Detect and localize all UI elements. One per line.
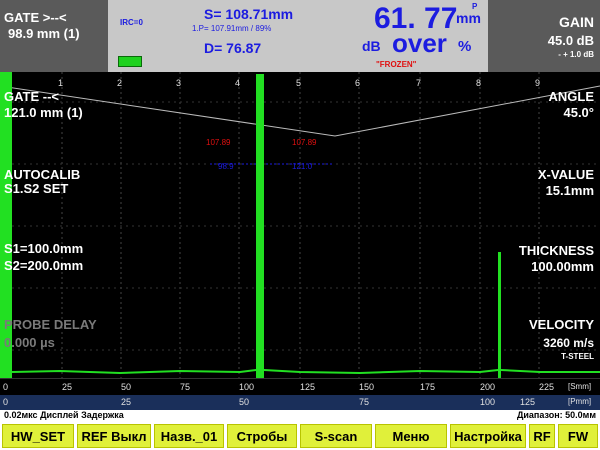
xvalue-label[interactable]: X-VALUE — [538, 168, 594, 182]
scale-tick: 25 — [62, 382, 73, 392]
softkey-fw[interactable]: FW — [558, 424, 598, 448]
softkey-rf[interactable]: RF — [529, 424, 555, 448]
gate2-label[interactable]: GATE --< — [4, 90, 59, 104]
grid-number: 8 — [476, 78, 482, 88]
scale-tick: 100 — [239, 382, 255, 392]
status-left: 0.02мкс Дисплей Задержка — [4, 410, 124, 420]
grid-number: 5 — [296, 78, 302, 88]
status-bar: 0.02мкс Дисплей Задержка Диапазон: 50.0м… — [0, 410, 600, 422]
thickness-value: 100.00mm — [531, 259, 594, 274]
scale-tick: 150 — [359, 382, 375, 392]
grid-number: 7 — [416, 78, 422, 88]
ascan-graph — [0, 72, 600, 378]
grid-number: 6 — [355, 78, 361, 88]
scale-tick: 200 — [480, 382, 496, 392]
percent-label: % — [458, 38, 472, 55]
s-scale-bar: 0 25 50 75 100 125 150 175 200 225 [Smm] — [0, 378, 600, 396]
angle-value: 45.0° — [563, 105, 594, 120]
softkey-ref-off[interactable]: REF Выкл — [77, 424, 151, 448]
scale-tick: 175 — [420, 382, 436, 392]
scale-tick: 225 — [539, 382, 555, 392]
gate-value: 98.9 mm (1) — [8, 26, 80, 41]
scale-unit: [Pmm] — [568, 397, 592, 406]
softkey-hw-set[interactable]: HW_SET — [2, 424, 74, 448]
marker-blue-1: 98.9 — [218, 162, 234, 171]
gate-panel[interactable]: GATE >--< 98.9 mm (1) — [0, 0, 108, 72]
angle-label[interactable]: ANGLE — [549, 90, 595, 104]
grid-number: 1 — [58, 78, 64, 88]
grid-number: 9 — [535, 78, 541, 88]
echo-peak-2 — [498, 252, 501, 378]
probe-delay-label[interactable]: PROBE DELAY — [4, 318, 97, 332]
scale-tick: 0 — [3, 382, 9, 392]
s-value: S= 108.71mm — [204, 6, 294, 22]
marker-red-2: 107.89 — [292, 138, 317, 147]
grid-number: 3 — [176, 78, 182, 88]
xvalue-value: 15.1mm — [545, 183, 594, 198]
gain-label: GAIN — [559, 14, 594, 30]
ascan-display[interactable]: 1 2 3 4 5 6 7 8 9 107.89 107.89 98.9 121… — [0, 72, 600, 378]
probe-delay-value: 0.000 µs — [4, 335, 55, 350]
marker-red-1: 107.89 — [206, 138, 231, 147]
battery-icon — [118, 56, 142, 67]
grid-number: 4 — [235, 78, 241, 88]
grid-number: 2 — [117, 78, 123, 88]
scale-tick: 125 — [300, 382, 316, 392]
softkey-name[interactable]: Назв._01 — [154, 424, 224, 448]
s1-value: S1=100.0mm — [4, 241, 84, 256]
s2-value: S2=200.0mm — [4, 258, 84, 273]
db-label: dB — [362, 38, 381, 54]
gate-label: GATE >--< — [4, 10, 67, 25]
d-value: D= 76.87 — [204, 40, 262, 56]
softkey-s-scan[interactable]: S-scan — [300, 424, 372, 448]
gate2-value: 121.0 mm (1) — [4, 105, 83, 120]
autocalib-label[interactable]: AUTOCALIB — [4, 168, 80, 182]
measurement-panel: IRC=0 S= 108.71mm 1.P= 107.91mm / 89% D=… — [108, 0, 488, 72]
amplitude-sup: P — [472, 2, 478, 11]
over-label: over — [392, 28, 447, 58]
softkey-settings[interactable]: Настройка — [450, 424, 526, 448]
scale-tick: 75 — [359, 397, 370, 407]
softkey-bar: HW_SET REF Выкл Назв._01 Стробы S-scan М… — [0, 422, 600, 450]
gain-step: - + 1.0 dB — [558, 50, 594, 59]
p-value: 1.P= 107.91mm / 89% — [192, 24, 272, 33]
scale-tick: 50 — [239, 397, 250, 407]
velocity-value: 3260 m/s — [543, 336, 594, 350]
scale-tick: 75 — [180, 382, 191, 392]
material-label: T-STEEL — [561, 352, 594, 361]
softkey-gates[interactable]: Стробы — [227, 424, 297, 448]
velocity-label[interactable]: VELOCITY — [529, 318, 594, 332]
irc-label: IRC=0 — [120, 18, 143, 27]
top-bar: GATE >--< 98.9 mm (1) IRC=0 S= 108.71mm … — [0, 0, 600, 72]
marker-blue-2: 121.0 — [292, 162, 313, 171]
amplitude-unit: mm — [456, 10, 481, 26]
signal-baseline — [11, 369, 600, 375]
scale-tick: 50 — [121, 382, 132, 392]
gain-value: 45.0 dB — [547, 33, 594, 48]
scale-tick: 0 — [3, 397, 9, 407]
grid-numbers: 1 2 3 4 5 6 7 8 9 — [0, 78, 600, 90]
frozen-label: "FROZEN" — [376, 60, 417, 69]
echo-peak-1 — [256, 74, 264, 378]
scale-tick: 100 — [480, 397, 496, 407]
scale-unit: [Smm] — [568, 382, 592, 391]
p-scale-bar: 0 25 50 75 100 125 [Pmm] — [0, 395, 600, 410]
autocalib-value: S1.S2 SET — [4, 181, 69, 196]
scale-tick: 125 — [520, 397, 536, 407]
gain-panel[interactable]: GAIN 45.0 dB - + 1.0 dB — [488, 0, 600, 72]
scale-tick: 25 — [121, 397, 132, 407]
softkey-menu[interactable]: Меню — [375, 424, 447, 448]
status-right: Диапазон: 50.0мм — [516, 410, 596, 420]
thickness-label[interactable]: THICKNESS — [519, 244, 594, 258]
